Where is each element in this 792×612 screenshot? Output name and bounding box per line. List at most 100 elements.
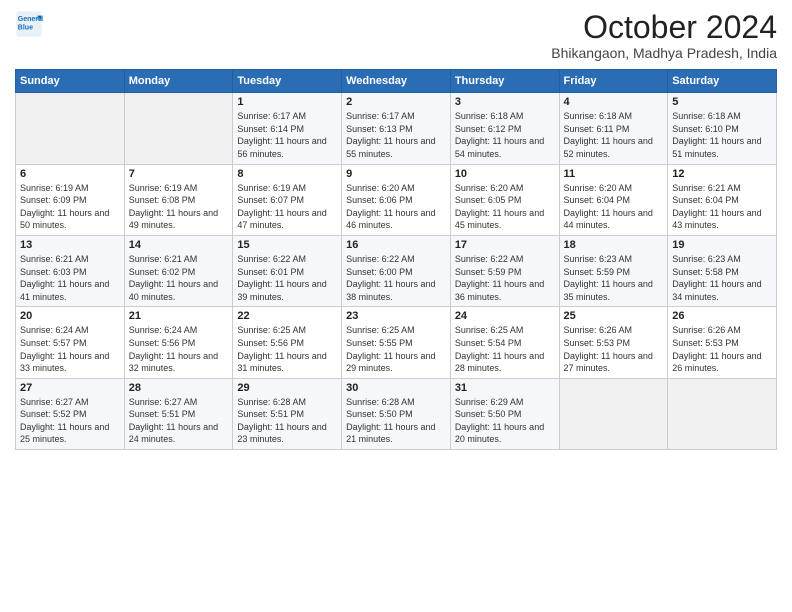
header: General Blue October 2024 Bhikangaon, Ma… (15, 10, 777, 61)
day-info: Sunrise: 6:24 AM Sunset: 5:56 PM Dayligh… (129, 324, 229, 374)
day-info: Sunrise: 6:28 AM Sunset: 5:51 PM Dayligh… (237, 396, 337, 446)
day-info: Sunrise: 6:20 AM Sunset: 6:04 PM Dayligh… (564, 182, 664, 232)
table-row: 7 Sunrise: 6:19 AM Sunset: 6:08 PM Daylig… (124, 164, 233, 235)
day-number: 18 (564, 239, 664, 251)
table-row: 10 Sunrise: 6:20 AM Sunset: 6:05 PM Dayli… (450, 164, 559, 235)
day-number: 30 (346, 382, 446, 394)
day-number: 22 (237, 310, 337, 322)
day-number: 27 (20, 382, 120, 394)
day-info: Sunrise: 6:25 AM Sunset: 5:54 PM Dayligh… (455, 324, 555, 374)
day-info: Sunrise: 6:27 AM Sunset: 5:52 PM Dayligh… (20, 396, 120, 446)
table-row: 26Sunrise: 6:26 AM Sunset: 5:53 PM Dayli… (668, 307, 777, 378)
day-info: Sunrise: 6:20 AM Sunset: 6:06 PM Dayligh… (346, 182, 446, 232)
day-number: 15 (237, 239, 337, 251)
day-number: 16 (346, 239, 446, 251)
table-row: 19Sunrise: 6:23 AM Sunset: 5:58 PM Dayli… (668, 235, 777, 306)
day-info: Sunrise: 6:29 AM Sunset: 5:50 PM Dayligh… (455, 396, 555, 446)
table-row: 27 Sunrise: 6:27 AM Sunset: 5:52 PM Dayli… (16, 378, 125, 449)
day-number: 17 (455, 239, 555, 251)
calendar-week-1: 1 Sunrise: 6:17 AM Sunset: 6:14 PM Daylig… (16, 93, 777, 164)
table-row: 30 Sunrise: 6:28 AM Sunset: 5:50 PM Dayli… (342, 378, 451, 449)
day-info: Sunrise: 6:19 AM Sunset: 6:08 PM Dayligh… (129, 182, 229, 232)
day-number: 4 (564, 96, 664, 108)
day-number: 24 (455, 310, 555, 322)
day-info: Sunrise: 6:25 AM Sunset: 5:56 PM Dayligh… (237, 324, 337, 374)
day-info: Sunrise: 6:17 AM Sunset: 6:13 PM Dayligh… (346, 110, 446, 160)
calendar-week-2: 6Sunrise: 6:19 AM Sunset: 6:09 PM Daylig… (16, 164, 777, 235)
calendar-table: SundayMondayTuesdayWednesdayThursdayFrid… (15, 69, 777, 450)
day-number: 3 (455, 96, 555, 108)
day-number: 2 (346, 96, 446, 108)
day-number: 6 (20, 168, 120, 180)
table-row: 28 Sunrise: 6:27 AM Sunset: 5:51 PM Dayli… (124, 378, 233, 449)
table-row: 23Sunrise: 6:25 AM Sunset: 5:55 PM Dayli… (342, 307, 451, 378)
day-info: Sunrise: 6:19 AM Sunset: 6:07 PM Dayligh… (237, 182, 337, 232)
calendar-header-sunday: Sunday (16, 70, 125, 93)
calendar-week-4: 20 Sunrise: 6:24 AM Sunset: 5:57 PM Dayli… (16, 307, 777, 378)
day-info: Sunrise: 6:22 AM Sunset: 6:00 PM Dayligh… (346, 253, 446, 303)
day-number: 25 (564, 310, 664, 322)
calendar-week-5: 27 Sunrise: 6:27 AM Sunset: 5:52 PM Dayli… (16, 378, 777, 449)
day-number: 26 (672, 310, 772, 322)
table-row: 4 Sunrise: 6:18 AM Sunset: 6:11 PM Daylig… (559, 93, 668, 164)
table-row: 3Sunrise: 6:18 AM Sunset: 6:12 PM Daylig… (450, 93, 559, 164)
day-info: Sunrise: 6:21 AM Sunset: 6:02 PM Dayligh… (129, 253, 229, 303)
day-number: 8 (237, 168, 337, 180)
day-number: 7 (129, 168, 229, 180)
table-row (124, 93, 233, 164)
day-info: Sunrise: 6:23 AM Sunset: 5:59 PM Dayligh… (564, 253, 664, 303)
calendar-header-saturday: Saturday (668, 70, 777, 93)
table-row: 14 Sunrise: 6:21 AM Sunset: 6:02 PM Dayli… (124, 235, 233, 306)
svg-text:Blue: Blue (18, 25, 33, 32)
calendar-header-thursday: Thursday (450, 70, 559, 93)
table-row: 20 Sunrise: 6:24 AM Sunset: 5:57 PM Dayli… (16, 307, 125, 378)
day-number: 31 (455, 382, 555, 394)
day-info: Sunrise: 6:28 AM Sunset: 5:50 PM Dayligh… (346, 396, 446, 446)
table-row: 8 Sunrise: 6:19 AM Sunset: 6:07 PM Daylig… (233, 164, 342, 235)
day-info: Sunrise: 6:25 AM Sunset: 5:55 PM Dayligh… (346, 324, 446, 374)
title-block: October 2024 Bhikangaon, Madhya Pradesh,… (551, 10, 777, 61)
day-info: Sunrise: 6:24 AM Sunset: 5:57 PM Dayligh… (20, 324, 120, 374)
day-info: Sunrise: 6:27 AM Sunset: 5:51 PM Dayligh… (129, 396, 229, 446)
day-info: Sunrise: 6:18 AM Sunset: 6:11 PM Dayligh… (564, 110, 664, 160)
logo-icon: General Blue (15, 10, 43, 38)
table-row: 16 Sunrise: 6:22 AM Sunset: 6:00 PM Dayli… (342, 235, 451, 306)
month-title: October 2024 (551, 10, 777, 45)
table-row: 2 Sunrise: 6:17 AM Sunset: 6:13 PM Daylig… (342, 93, 451, 164)
day-number: 5 (672, 96, 772, 108)
table-row: 24 Sunrise: 6:25 AM Sunset: 5:54 PM Dayli… (450, 307, 559, 378)
day-number: 28 (129, 382, 229, 394)
calendar-header-monday: Monday (124, 70, 233, 93)
day-info: Sunrise: 6:22 AM Sunset: 5:59 PM Dayligh… (455, 253, 555, 303)
day-number: 14 (129, 239, 229, 251)
day-number: 10 (455, 168, 555, 180)
day-info: Sunrise: 6:21 AM Sunset: 6:03 PM Dayligh… (20, 253, 120, 303)
calendar-header-friday: Friday (559, 70, 668, 93)
table-row: 15 Sunrise: 6:22 AM Sunset: 6:01 PM Dayli… (233, 235, 342, 306)
location-title: Bhikangaon, Madhya Pradesh, India (551, 45, 777, 61)
table-row: 25Sunrise: 6:26 AM Sunset: 5:53 PM Dayli… (559, 307, 668, 378)
day-number: 1 (237, 96, 337, 108)
calendar-header-wednesday: Wednesday (342, 70, 451, 93)
day-info: Sunrise: 6:23 AM Sunset: 5:58 PM Dayligh… (672, 253, 772, 303)
table-row: 21 Sunrise: 6:24 AM Sunset: 5:56 PM Dayli… (124, 307, 233, 378)
day-number: 12 (672, 168, 772, 180)
table-row: 17 Sunrise: 6:22 AM Sunset: 5:59 PM Dayli… (450, 235, 559, 306)
table-row: 29 Sunrise: 6:28 AM Sunset: 5:51 PM Dayli… (233, 378, 342, 449)
table-row (559, 378, 668, 449)
day-info: Sunrise: 6:20 AM Sunset: 6:05 PM Dayligh… (455, 182, 555, 232)
day-number: 21 (129, 310, 229, 322)
calendar-header-tuesday: Tuesday (233, 70, 342, 93)
table-row: 5Sunrise: 6:18 AM Sunset: 6:10 PM Daylig… (668, 93, 777, 164)
table-row: 18 Sunrise: 6:23 AM Sunset: 5:59 PM Dayli… (559, 235, 668, 306)
day-info: Sunrise: 6:22 AM Sunset: 6:01 PM Dayligh… (237, 253, 337, 303)
day-number: 20 (20, 310, 120, 322)
table-row: 31 Sunrise: 6:29 AM Sunset: 5:50 PM Dayli… (450, 378, 559, 449)
day-info: Sunrise: 6:21 AM Sunset: 6:04 PM Dayligh… (672, 182, 772, 232)
day-info: Sunrise: 6:17 AM Sunset: 6:14 PM Dayligh… (237, 110, 337, 160)
logo: General Blue (15, 10, 43, 38)
table-row: 13Sunrise: 6:21 AM Sunset: 6:03 PM Dayli… (16, 235, 125, 306)
day-number: 29 (237, 382, 337, 394)
table-row (668, 378, 777, 449)
day-number: 9 (346, 168, 446, 180)
